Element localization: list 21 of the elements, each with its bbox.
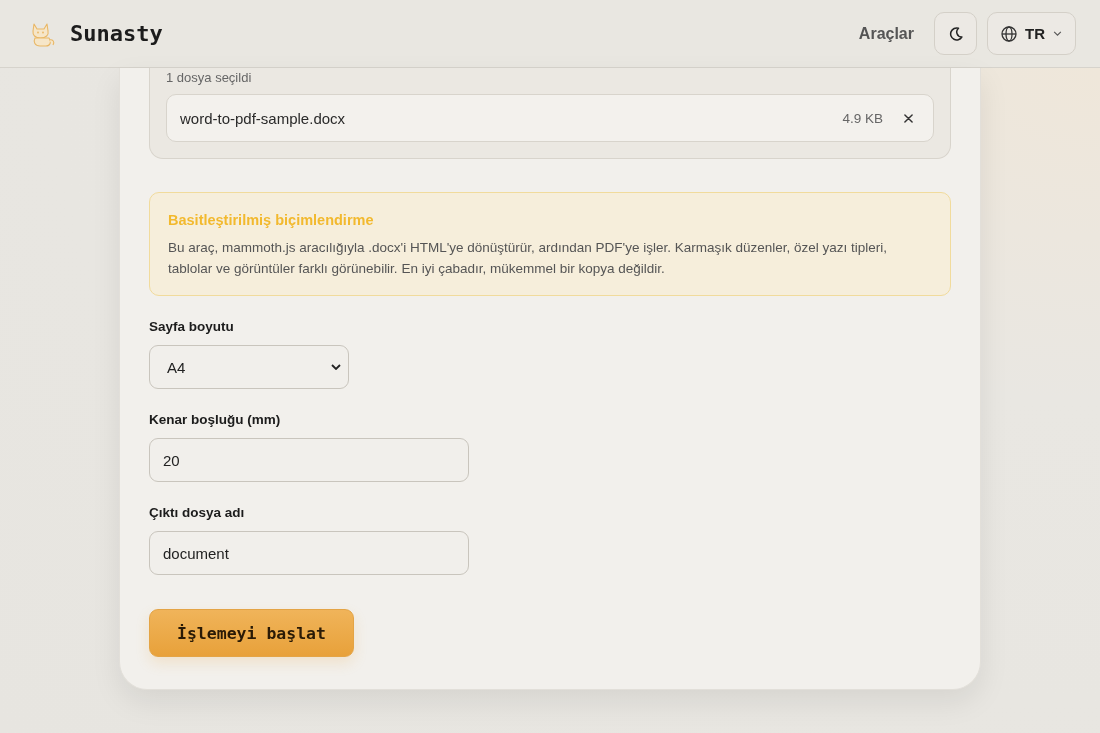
chevron-down-icon	[331, 364, 341, 370]
selected-count-text: 1 dosya seçildi	[166, 70, 253, 86]
input-field[interactable]: 20	[149, 438, 469, 482]
file-size: 4.9 KB	[842, 110, 883, 126]
start-processing-button[interactable]: İşlemeyi başlat	[149, 609, 354, 657]
notice-title: Basitleştirilmiş biçimlendirme	[168, 212, 375, 228]
tools-nav-link[interactable]: Araçlar	[858, 24, 914, 43]
file-name: word-to-pdf-sample.docx	[180, 109, 347, 127]
input-field[interactable]: document	[149, 531, 469, 575]
close-icon	[903, 113, 913, 123]
field-label: Çıktı dosya adı	[149, 505, 246, 521]
chevron-down-icon	[1053, 31, 1062, 36]
field-label: Kenar boşluğu (mm)	[149, 412, 282, 428]
brand-name[interactable]: Sunasty	[70, 21, 163, 46]
notice-text: Bu araç, mammoth.js aracılığıyla .docx'i HTML'ye dönüştürür, ardından PDF'ye işler. Karmaşık düzenler, özel yazı tipleri, tablolar ve görüntüler farklı görünebilir. En iyi çabadır, mükemmel bir kopya değildir.	[168, 239, 889, 278]
page-size-select[interactable]: A4	[149, 345, 349, 389]
language-button[interactable]: TR	[987, 12, 1076, 55]
moon-icon	[948, 26, 963, 41]
theme-toggle-button[interactable]	[934, 12, 977, 55]
field-label: Sayfa boyutu	[149, 319, 235, 335]
globe-icon	[1001, 25, 1017, 42]
